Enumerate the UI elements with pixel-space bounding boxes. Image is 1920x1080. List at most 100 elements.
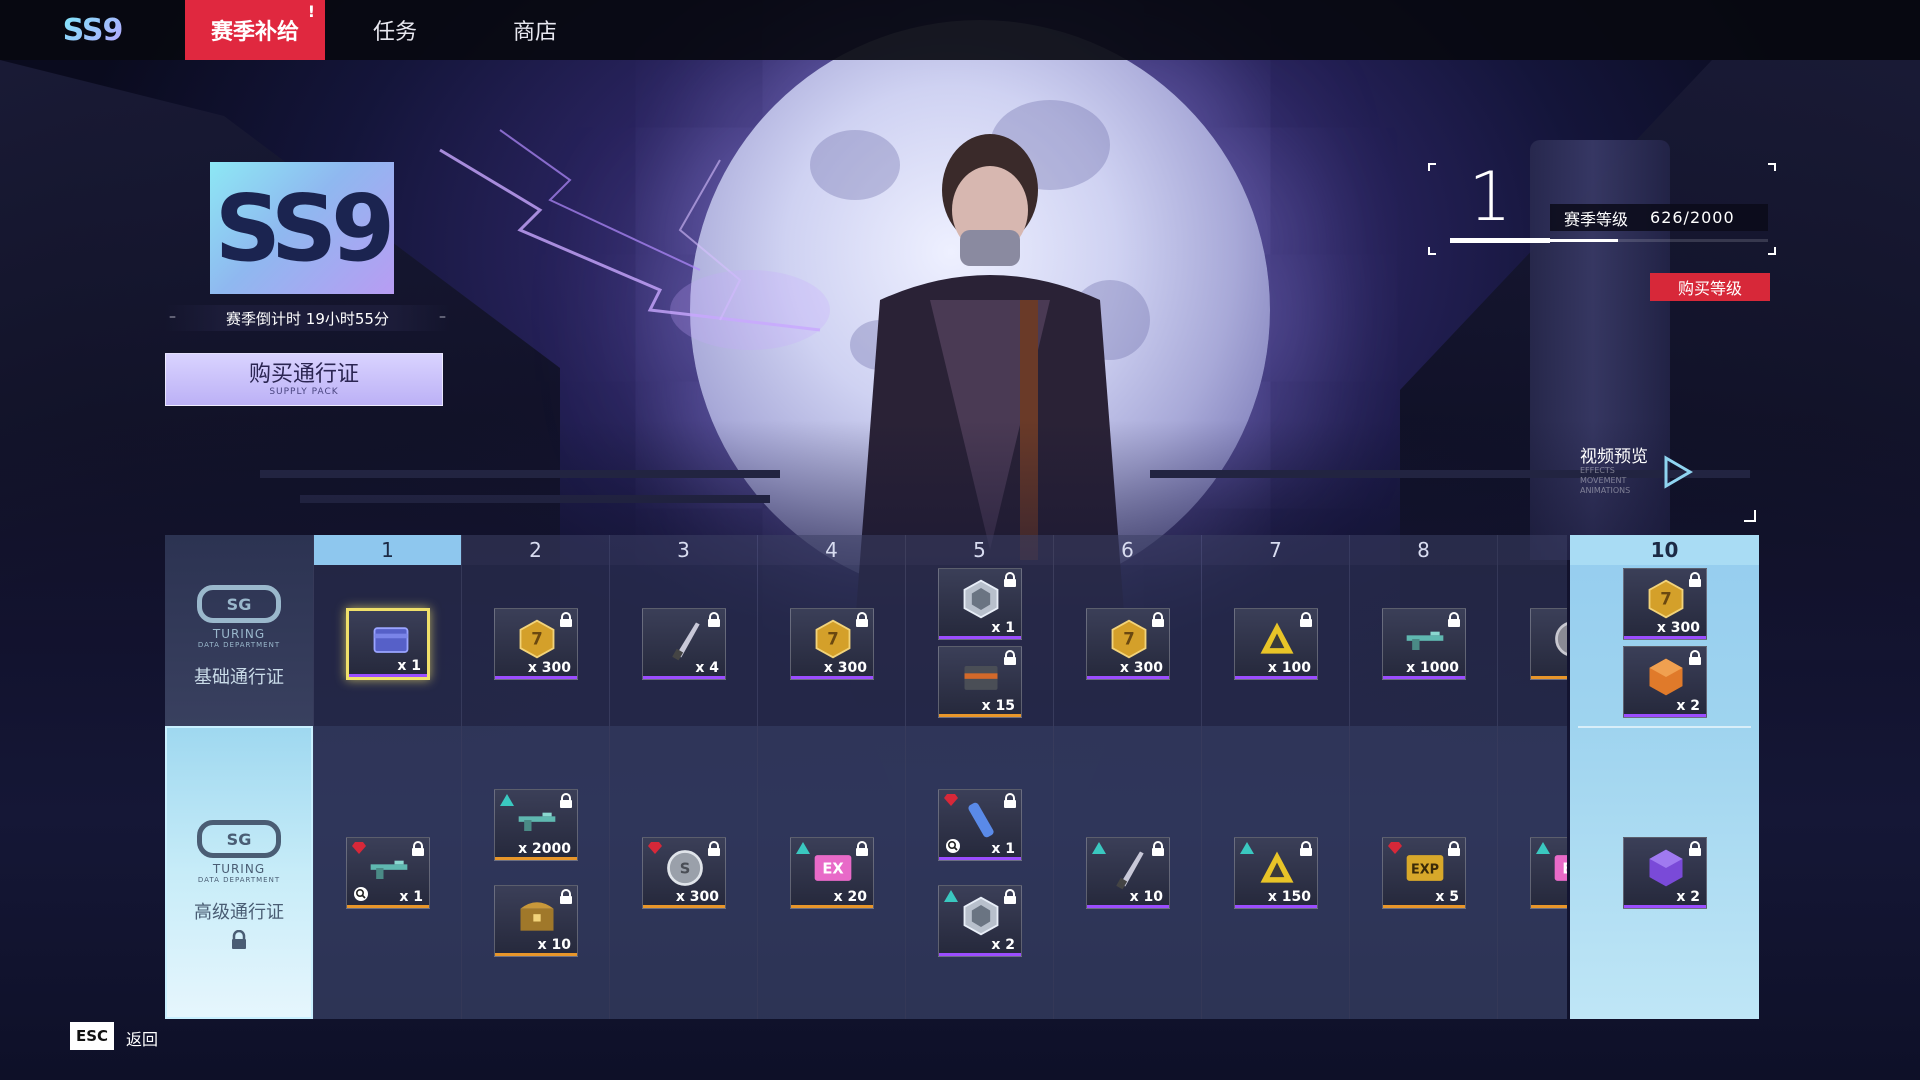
reward-item[interactable]: 7 x 300 [494, 608, 578, 680]
triangle-tag-icon [500, 794, 514, 806]
lock-icon [1300, 841, 1312, 856]
rarity-bar [1531, 905, 1567, 908]
top-nav-bar: SS9 赛季补给 ! 任务 商店 [0, 0, 1920, 60]
triangle-tag-icon [944, 890, 958, 902]
reward-item[interactable]: EX [1530, 837, 1567, 909]
reward-quantity: x 5 [1435, 889, 1459, 905]
reward-item[interactable]: x 1 [938, 789, 1022, 861]
lock-icon [1689, 650, 1701, 665]
reward-item[interactable]: x 2 [1623, 646, 1707, 718]
lock-icon [560, 612, 572, 627]
rifle-icon [370, 860, 408, 879]
reward-quantity: x 300 [527, 660, 571, 676]
rarity-bar [495, 857, 577, 860]
reward-quantity: x 1 [991, 841, 1015, 857]
level-column-10: 10 7 x 300 x 2 x 2 [1570, 535, 1759, 1019]
level-underline [1450, 238, 1550, 243]
lock-icon [1004, 793, 1016, 808]
coin-icon [1555, 622, 1567, 656]
reward-quantity: x 300 [823, 660, 867, 676]
reward-item[interactable]: x 1 [938, 568, 1022, 640]
video-preview-sublabel: EFFECTS MOVEMENT ANIMATIONS [1580, 466, 1631, 495]
rarity-bar [1235, 905, 1317, 908]
reward-item[interactable]: x 100 [1234, 608, 1318, 680]
reward-quantity: x 2 [1676, 889, 1700, 905]
lock-icon [1152, 841, 1164, 856]
tab-label: 任务 [372, 20, 417, 45]
tab-season-supply[interactable]: 赛季补给 ! [185, 0, 325, 60]
lock-icon [560, 889, 572, 904]
reward-item[interactable]: x 10 [494, 885, 578, 957]
reward-item[interactable]: 7 x 300 [1086, 608, 1170, 680]
triangle-tag-icon [1240, 842, 1254, 854]
lock-icon [1448, 841, 1460, 856]
reward-item[interactable]: x 2000 [494, 789, 578, 861]
reward-item[interactable] [1530, 608, 1567, 680]
rarity-bar [1087, 676, 1169, 679]
premium-pass-name: 高级通行证 [194, 902, 284, 923]
season-countdown: – 赛季倒计时 19小时55分 – [165, 305, 450, 331]
buy-level-button[interactable]: 购买等级 [1650, 273, 1770, 301]
buy-pass-button[interactable]: 购买通行证 SUPPLY PACK [165, 353, 443, 406]
reward-item[interactable]: Sx 300 [642, 837, 726, 909]
pass-brand-sub: DATA DEPARTMENT [197, 876, 281, 884]
level-column-header: 1 [314, 535, 461, 565]
lock-icon [856, 841, 868, 856]
rarity-bar [1624, 636, 1706, 639]
gold-token-icon: 7 [519, 619, 555, 659]
triangle-token-icon [1260, 851, 1294, 883]
level-column-6: 6 7 x 300 x 10 [1053, 535, 1201, 1019]
reward-item[interactable]: x 1 [346, 608, 430, 680]
rarity-bar [791, 676, 873, 679]
magnify-icon[interactable] [945, 838, 961, 854]
rarity-bar [791, 905, 873, 908]
tab-missions[interactable]: 任务 [325, 0, 465, 60]
level-column-header: 8 [1350, 535, 1497, 565]
level-column-header: 7 [1202, 535, 1349, 565]
reward-item[interactable]: x 15 [938, 646, 1022, 718]
level-column-header: 10 [1570, 535, 1759, 565]
reward-item[interactable]: 7 x 300 [1623, 568, 1707, 640]
reward-item[interactable]: 7 x 300 [790, 608, 874, 680]
reward-item[interactable]: x 150 [1234, 837, 1318, 909]
rarity-bar [939, 714, 1021, 717]
reward-quantity: x 2 [1676, 698, 1700, 714]
lock-icon [560, 793, 572, 808]
lock-icon [1004, 650, 1016, 665]
reward-item[interactable]: EX x 20 [790, 837, 874, 909]
reward-item[interactable]: x 2 [1623, 837, 1707, 909]
svg-text:7: 7 [1660, 590, 1671, 609]
reward-quantity: x 100 [1267, 660, 1311, 676]
svg-text:EXP: EXP [1411, 863, 1439, 878]
level-column-7: 7 x 100 x 150 [1201, 535, 1349, 1019]
magnify-icon[interactable] [353, 886, 369, 902]
reward-quantity: x 15 [981, 698, 1015, 714]
reward-item[interactable]: x 10 [1086, 837, 1170, 909]
reward-item[interactable]: EXP x 5 [1382, 837, 1466, 909]
reward-quantity: x 10 [537, 937, 571, 953]
reward-item[interactable]: x 1000 [1382, 608, 1466, 680]
reward-item[interactable]: x 2 [938, 885, 1022, 957]
tab-shop[interactable]: 商店 [465, 0, 605, 60]
esc-key-button[interactable]: ESC [70, 1022, 114, 1050]
reward-item[interactable]: x 1 [346, 837, 430, 909]
orange-cube-icon [1649, 658, 1683, 696]
gem-tag-icon [352, 842, 366, 854]
reward-item[interactable]: x 4 [642, 608, 726, 680]
video-preview-button[interactable]: 视频预览 EFFECTS MOVEMENT ANIMATIONS [1572, 430, 1756, 522]
level-column-5: 5 x 1 x 15 x 1 x 2 [905, 535, 1053, 1019]
lock-icon [708, 841, 720, 856]
basic-pass-label: SG TURING DATA DEPARTMENT 基础通行证 [165, 535, 313, 726]
pass-brand-sub: DATA DEPARTMENT [197, 641, 281, 649]
triangle-token-icon [1260, 622, 1294, 654]
gem-tag-icon [648, 842, 662, 854]
lock-icon [1689, 841, 1701, 856]
basic-pass-name: 基础通行证 [194, 667, 284, 688]
season-logo: SS9 [210, 162, 395, 294]
lock-icon [1300, 612, 1312, 627]
tab-label: 赛季补给 [210, 20, 299, 45]
level-column-header: 4 [758, 535, 905, 565]
reward-quantity: x 10 [1129, 889, 1163, 905]
svg-text:EX: EX [1562, 861, 1567, 878]
vial-icon [968, 802, 994, 838]
